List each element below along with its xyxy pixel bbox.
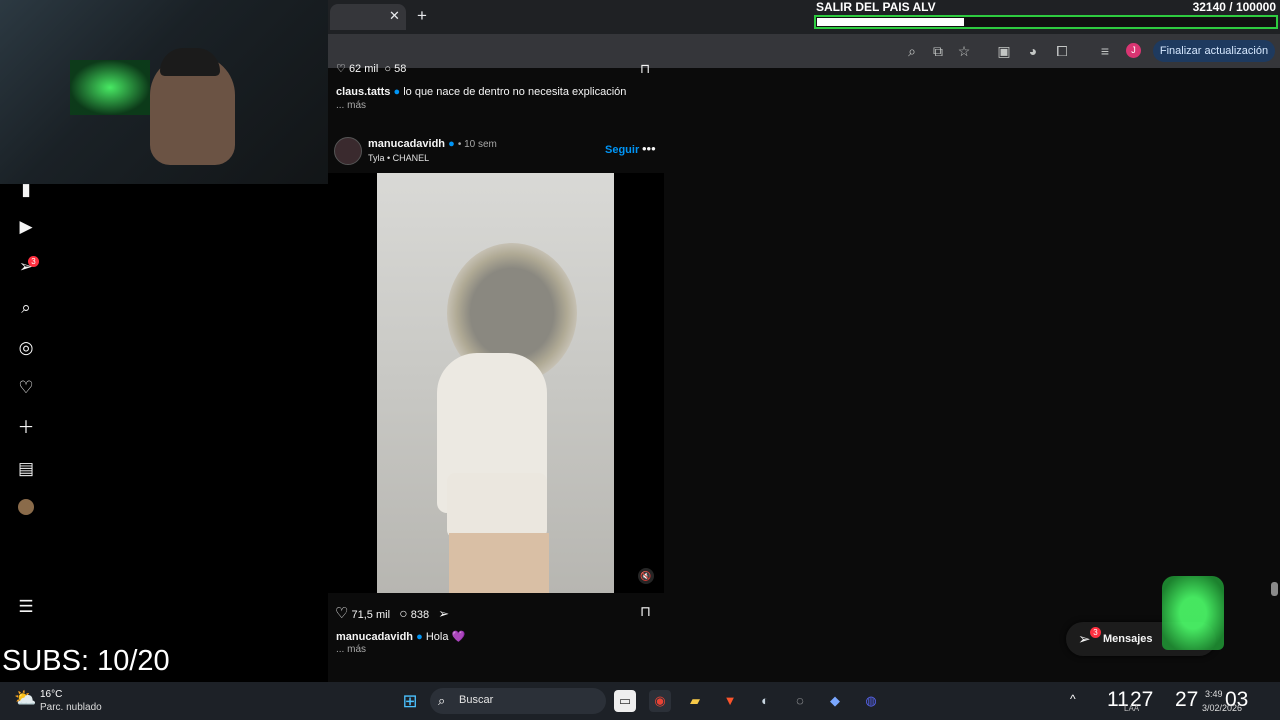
clock-time[interactable]: 3:49 bbox=[1205, 689, 1223, 699]
weather-desc[interactable]: Parc. nublado bbox=[40, 702, 102, 713]
extension-color-icon[interactable]: ◕ bbox=[1022, 40, 1044, 62]
figure-shorts bbox=[447, 473, 547, 538]
new-tab-icon[interactable]: + bbox=[417, 6, 427, 26]
app-icon[interactable]: ◌ bbox=[789, 690, 811, 712]
update-button[interactable]: Finalizar actualización ⋮ bbox=[1153, 40, 1275, 79]
clock-date[interactable]: 3/02/2026 bbox=[1202, 703, 1242, 713]
cap bbox=[160, 48, 220, 76]
brave-icon[interactable]: ▼ bbox=[719, 690, 741, 712]
bookmark-star-icon[interactable]: ☆ bbox=[953, 40, 975, 62]
taskbar-search[interactable] bbox=[430, 688, 606, 714]
messages-icon: ➢ bbox=[1078, 631, 1091, 648]
post-more-link[interactable]: ... más bbox=[336, 644, 366, 655]
save-icon[interactable]: ⊓ bbox=[640, 603, 651, 620]
caption-author[interactable]: manucadavidh bbox=[336, 631, 413, 643]
messages-count-badge: 3 bbox=[1090, 627, 1101, 638]
jar-overlay bbox=[1162, 576, 1224, 650]
like-icon[interactable]: ♡ bbox=[336, 63, 346, 75]
search-placeholder: Buscar bbox=[459, 694, 494, 706]
like-icon[interactable]: ♡ bbox=[335, 605, 348, 622]
keyboard-lang[interactable]: LAA bbox=[1124, 704, 1139, 713]
scrollbar-thumb[interactable] bbox=[1271, 582, 1278, 596]
messages-label: Mensajes bbox=[1103, 633, 1153, 645]
comment-icon[interactable]: ○ bbox=[384, 63, 391, 75]
post-time: • 10 sem bbox=[457, 139, 497, 150]
file-explorer-icon[interactable]: ▰ bbox=[684, 690, 706, 712]
more-options-icon[interactable]: ••• bbox=[642, 141, 656, 156]
green-light bbox=[70, 60, 150, 115]
tray-chevron-icon[interactable]: ^ bbox=[1070, 692, 1076, 706]
goal-count: 32140 / 100000 bbox=[1192, 0, 1276, 14]
verified-icon: ● bbox=[416, 631, 423, 643]
messages-badge: 3 bbox=[28, 256, 39, 267]
explore-compass-icon[interactable]: ◎ bbox=[14, 336, 38, 360]
vpn-icon[interactable]: ◆ bbox=[824, 690, 846, 712]
post-music[interactable]: Tyla • CHANEL bbox=[368, 153, 429, 163]
post-avatar[interactable] bbox=[334, 137, 362, 165]
cast-icon[interactable]: ⧉ bbox=[927, 40, 949, 62]
subs-counter: SUBS: 10/20 bbox=[2, 645, 170, 677]
profile-avatar[interactable]: J bbox=[1126, 43, 1141, 58]
caption-text: Hola 💜 bbox=[425, 631, 466, 643]
search-icon[interactable]: ⌕ bbox=[14, 296, 38, 320]
post-caption: manucadavidh ● Hola 💜 bbox=[336, 630, 465, 643]
prev-post-actions: ♡ 62 mil ○ 58 bbox=[336, 62, 406, 75]
post-comments: 838 bbox=[410, 609, 430, 621]
chrome-icon[interactable]: ◉ bbox=[649, 690, 671, 712]
task-view-icon[interactable]: ▭ bbox=[614, 690, 636, 712]
profile-avatar-icon[interactable] bbox=[14, 498, 38, 522]
extensions-puzzle-icon[interactable]: ⧠ bbox=[1051, 40, 1073, 62]
post-author[interactable]: manucadavidh bbox=[368, 138, 445, 150]
reels-icon[interactable]: ▮ bbox=[14, 178, 38, 202]
zoom-icon[interactable]: ⌕ bbox=[901, 40, 923, 62]
verified-icon: ● bbox=[448, 138, 455, 150]
post-actions: ♡ 71,5 mil ○ 838 ➢ bbox=[335, 604, 449, 622]
video-frame bbox=[377, 173, 614, 593]
prev-author[interactable]: claus.tatts bbox=[336, 86, 390, 98]
verified-icon: ● bbox=[393, 86, 401, 98]
prev-comments: 58 bbox=[394, 63, 407, 75]
mute-icon[interactable]: 🔇 bbox=[638, 568, 654, 584]
follow-button[interactable]: Seguir bbox=[605, 144, 639, 156]
weather-icon[interactable]: ⛅ bbox=[14, 688, 36, 709]
webcam-overlay bbox=[0, 0, 328, 184]
save-icon[interactable]: ⊓ bbox=[640, 61, 650, 77]
close-tab-icon[interactable]: ✕ bbox=[389, 8, 400, 24]
taskbar bbox=[0, 682, 1280, 720]
more-menu-icon[interactable]: ☰ bbox=[14, 595, 38, 619]
prev-caption: claus.tatts ● lo que nace de dentro no n… bbox=[336, 86, 626, 98]
notifications-heart-icon[interactable]: ♡ bbox=[14, 376, 38, 400]
update-label: Finalizar actualización bbox=[1159, 45, 1269, 57]
prev-more-link[interactable]: ... más bbox=[336, 100, 366, 111]
reels-video-icon[interactable]: ▶ bbox=[14, 215, 38, 239]
post-header: manucadavidh ● • 10 sem bbox=[368, 138, 497, 150]
prev-caption-text: lo que nace de dentro no necesita explic… bbox=[403, 86, 627, 98]
goal-progress-fill bbox=[817, 18, 964, 26]
search-icon: ⌕ bbox=[438, 693, 446, 708]
reader-icon[interactable]: ▣ bbox=[993, 40, 1015, 62]
share-icon[interactable]: ➢ bbox=[438, 606, 449, 621]
create-plus-icon[interactable]: ＋ bbox=[14, 416, 38, 440]
timer-seconds: 27 bbox=[1175, 688, 1199, 711]
weather-temp[interactable]: 16°C bbox=[40, 689, 62, 700]
windows-start-icon[interactable]: ⊞ bbox=[399, 690, 421, 712]
goal-title: SALIR DEL PAIS ALV bbox=[816, 0, 936, 14]
prev-likes: 62 mil bbox=[348, 63, 379, 75]
comment-icon[interactable]: ○ bbox=[399, 605, 407, 621]
dashboard-icon[interactable]: ▤ bbox=[14, 457, 38, 481]
media-list-icon[interactable]: ≡ bbox=[1094, 40, 1116, 62]
discord-icon[interactable]: ◍ bbox=[860, 690, 882, 712]
steam-icon[interactable]: ◐ bbox=[754, 690, 776, 712]
figure-legs bbox=[449, 533, 549, 593]
post-likes: 71,5 mil bbox=[351, 609, 391, 621]
